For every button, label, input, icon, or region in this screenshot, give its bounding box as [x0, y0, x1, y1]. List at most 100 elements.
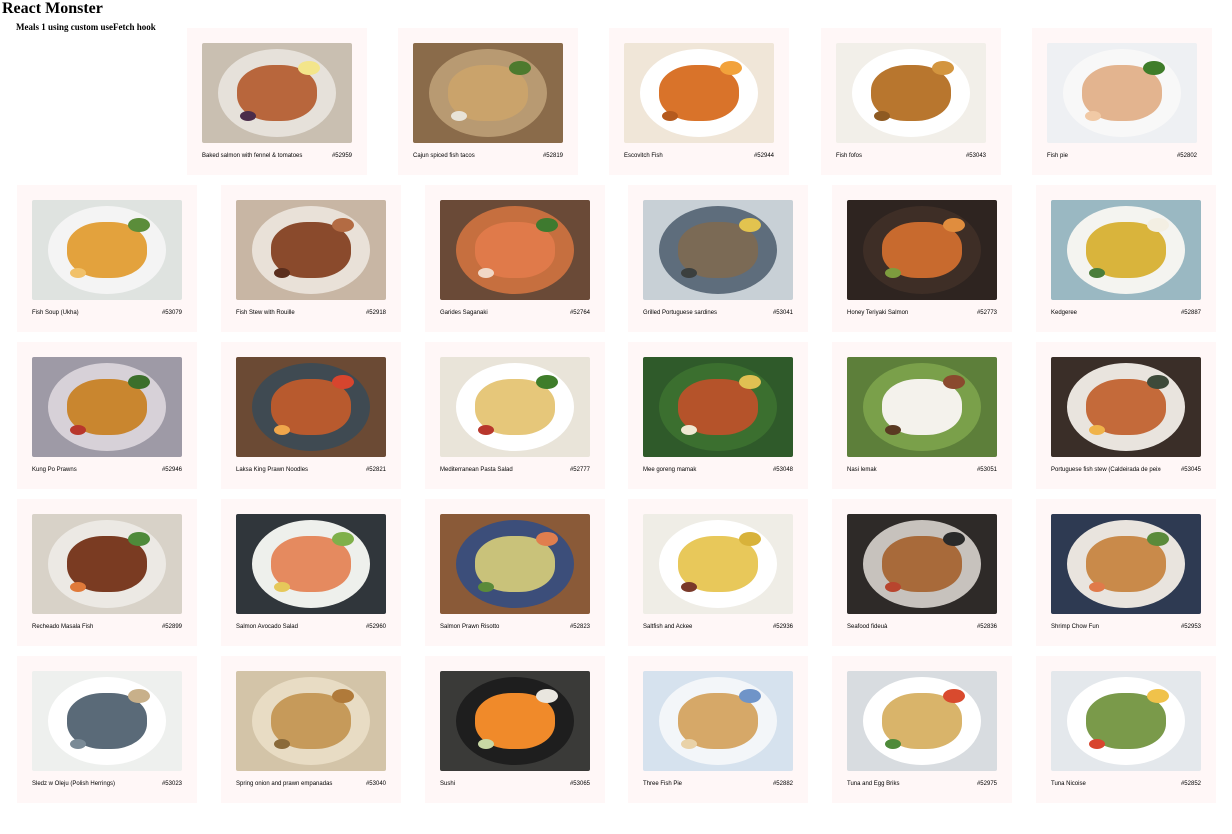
meal-card[interactable]: Portuguese fish stew (Caldeirada de peix… [1036, 342, 1216, 489]
meal-id: #53040 [365, 781, 386, 787]
meal-image[interactable] [413, 43, 563, 143]
meal-id: #53051 [976, 467, 997, 473]
meal-card[interactable]: Cajun spiced fish tacos #52819 [398, 28, 578, 175]
meal-image[interactable] [440, 514, 590, 614]
meal-card[interactable]: Kung Po Prawns #52946 [17, 342, 197, 489]
meal-card[interactable]: Sledz w Oleju (Polish Herrings) #53023 [17, 656, 197, 803]
meal-card[interactable]: Mediterranean Pasta Salad #52777 [425, 342, 605, 489]
meal-image[interactable] [236, 200, 386, 300]
meal-image[interactable] [440, 200, 590, 300]
meal-card[interactable]: Baked salmon with fennel & tomatoes #5295… [187, 28, 367, 175]
meal-name: Seafood fideuà [847, 624, 888, 630]
meal-image[interactable] [202, 43, 352, 143]
meal-id: #52821 [365, 467, 386, 473]
meal-card[interactable]: Salmon Avocado Salad #52960 [221, 499, 401, 646]
meal-card[interactable]: Recheado Masala Fish #52899 [17, 499, 197, 646]
meal-id: #53065 [569, 781, 590, 787]
meal-card[interactable]: Fish Stew with Rouille #52918 [221, 185, 401, 332]
meal-image[interactable] [1047, 43, 1197, 143]
meal-id: #52836 [976, 624, 997, 630]
meal-name: Cajun spiced fish tacos [413, 153, 475, 159]
meal-card[interactable]: Escovitch Fish #52944 [609, 28, 789, 175]
meal-name: Laksa King Prawn Noodles [236, 467, 309, 473]
meal-image[interactable] [643, 671, 793, 771]
meal-card[interactable]: Mee goreng mamak #53048 [628, 342, 808, 489]
meal-name: Spring onion and prawn empanadas [236, 781, 333, 787]
meal-card[interactable]: Sushi #53065 [425, 656, 605, 803]
meal-id: #52777 [569, 467, 590, 473]
meal-id: #52899 [161, 624, 182, 630]
meal-image[interactable] [1051, 514, 1201, 614]
meal-id: #53048 [772, 467, 793, 473]
meal-image[interactable] [847, 671, 997, 771]
meal-id: #52918 [365, 310, 386, 316]
meal-image[interactable] [32, 514, 182, 614]
meal-card[interactable]: Tuna Nicoise #52852 [1036, 656, 1216, 803]
meal-card[interactable]: Nasi lemak #53051 [832, 342, 1012, 489]
meal-name: Mediterranean Pasta Salad [440, 467, 513, 473]
meal-image[interactable] [1051, 357, 1201, 457]
meal-name: Fish pie [1047, 153, 1069, 159]
meal-id: #53041 [772, 310, 793, 316]
meal-card[interactable]: Saltfish and Ackee #52936 [628, 499, 808, 646]
meal-image[interactable] [643, 200, 793, 300]
meal-card[interactable]: Grilled Portuguese sardines #53041 [628, 185, 808, 332]
meal-id: #52946 [161, 467, 182, 473]
meal-name: Tuna Nicoise [1051, 781, 1086, 787]
meal-image[interactable] [32, 671, 182, 771]
meal-image[interactable] [440, 357, 590, 457]
meal-card[interactable]: Tuna and Egg Briks #52975 [832, 656, 1012, 803]
meal-id: #52802 [1176, 153, 1197, 159]
meal-id: #52764 [569, 310, 590, 316]
meal-id: #52960 [365, 624, 386, 630]
meal-image[interactable] [847, 514, 997, 614]
meal-id: #52936 [772, 624, 793, 630]
meal-card[interactable]: Garides Saganaki #52764 [425, 185, 605, 332]
meal-id: #52953 [1180, 624, 1201, 630]
meal-name: Kung Po Prawns [32, 467, 77, 473]
meal-image[interactable] [236, 671, 386, 771]
meal-image[interactable] [643, 357, 793, 457]
meal-card[interactable]: Fish fofos #53043 [821, 28, 1001, 175]
meal-id: #52819 [542, 153, 563, 159]
meal-name: Fish Stew with Rouille [236, 310, 295, 316]
meal-id: #52773 [976, 310, 997, 316]
meal-card[interactable]: Honey Teriyaki Salmon #52773 [832, 185, 1012, 332]
meal-id: #52882 [772, 781, 793, 787]
meal-image[interactable] [236, 514, 386, 614]
meal-name: Saltfish and Ackee [643, 624, 693, 630]
meal-image[interactable] [32, 200, 182, 300]
meal-card[interactable]: Fish Soup (Ukha) #53079 [17, 185, 197, 332]
meal-image[interactable] [836, 43, 986, 143]
meal-image[interactable] [624, 43, 774, 143]
meal-name: Fish Soup (Ukha) [32, 310, 79, 316]
meal-image[interactable] [236, 357, 386, 457]
meal-id: #53043 [965, 153, 986, 159]
meal-id: #52975 [976, 781, 997, 787]
meal-id: #52823 [569, 624, 590, 630]
meal-id: #53079 [161, 310, 182, 316]
meal-card[interactable]: Laksa King Prawn Noodles #52821 [221, 342, 401, 489]
meal-name: Shrimp Chow Fun [1051, 624, 1100, 630]
meal-name: Mee goreng mamak [643, 467, 697, 473]
meal-image[interactable] [32, 357, 182, 457]
meal-image[interactable] [643, 514, 793, 614]
meal-image[interactable] [1051, 200, 1201, 300]
meal-name: Nasi lemak [847, 467, 877, 473]
meal-image[interactable] [847, 200, 997, 300]
meal-card[interactable]: Shrimp Chow Fun #52953 [1036, 499, 1216, 646]
meal-card[interactable]: Three Fish Pie #52882 [628, 656, 808, 803]
meal-name: Tuna and Egg Briks [847, 781, 900, 787]
meal-card[interactable]: Seafood fideuà #52836 [832, 499, 1012, 646]
meal-card[interactable]: Kedgeree #52887 [1036, 185, 1216, 332]
meal-card[interactable]: Fish pie #52802 [1032, 28, 1212, 175]
meal-id: #52944 [753, 153, 774, 159]
meal-image[interactable] [1051, 671, 1201, 771]
meal-image[interactable] [847, 357, 997, 457]
meal-image[interactable] [440, 671, 590, 771]
meal-card[interactable]: Spring onion and prawn empanadas #53040 [221, 656, 401, 803]
meal-name: Salmon Avocado Salad [236, 624, 298, 630]
meal-id: #53023 [161, 781, 182, 787]
meal-card[interactable]: Salmon Prawn Risotto #52823 [425, 499, 605, 646]
meal-name: Grilled Portuguese sardines [643, 310, 718, 316]
